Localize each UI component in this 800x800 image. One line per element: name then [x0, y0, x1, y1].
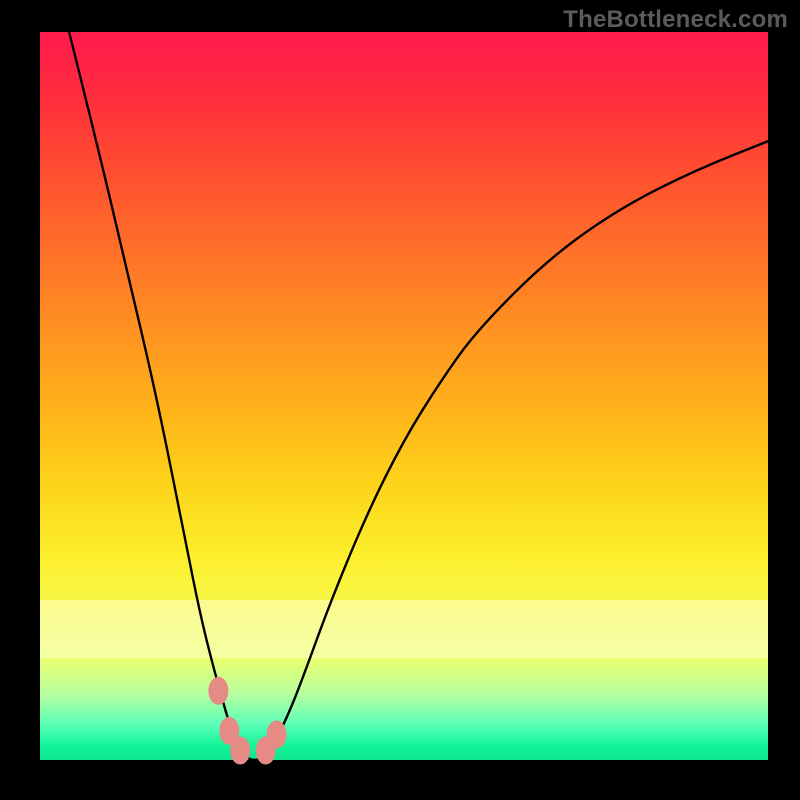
highlight-marker — [208, 677, 228, 705]
plot-area — [40, 32, 768, 760]
highlight-markers — [208, 677, 286, 765]
bottleneck-curve-svg — [40, 32, 768, 760]
watermark-text: TheBottleneck.com — [563, 6, 788, 34]
highlight-marker — [230, 737, 250, 765]
chart-frame: TheBottleneck.com — [0, 0, 800, 800]
highlight-marker — [267, 721, 287, 749]
bottleneck-curve-line — [69, 32, 768, 760]
